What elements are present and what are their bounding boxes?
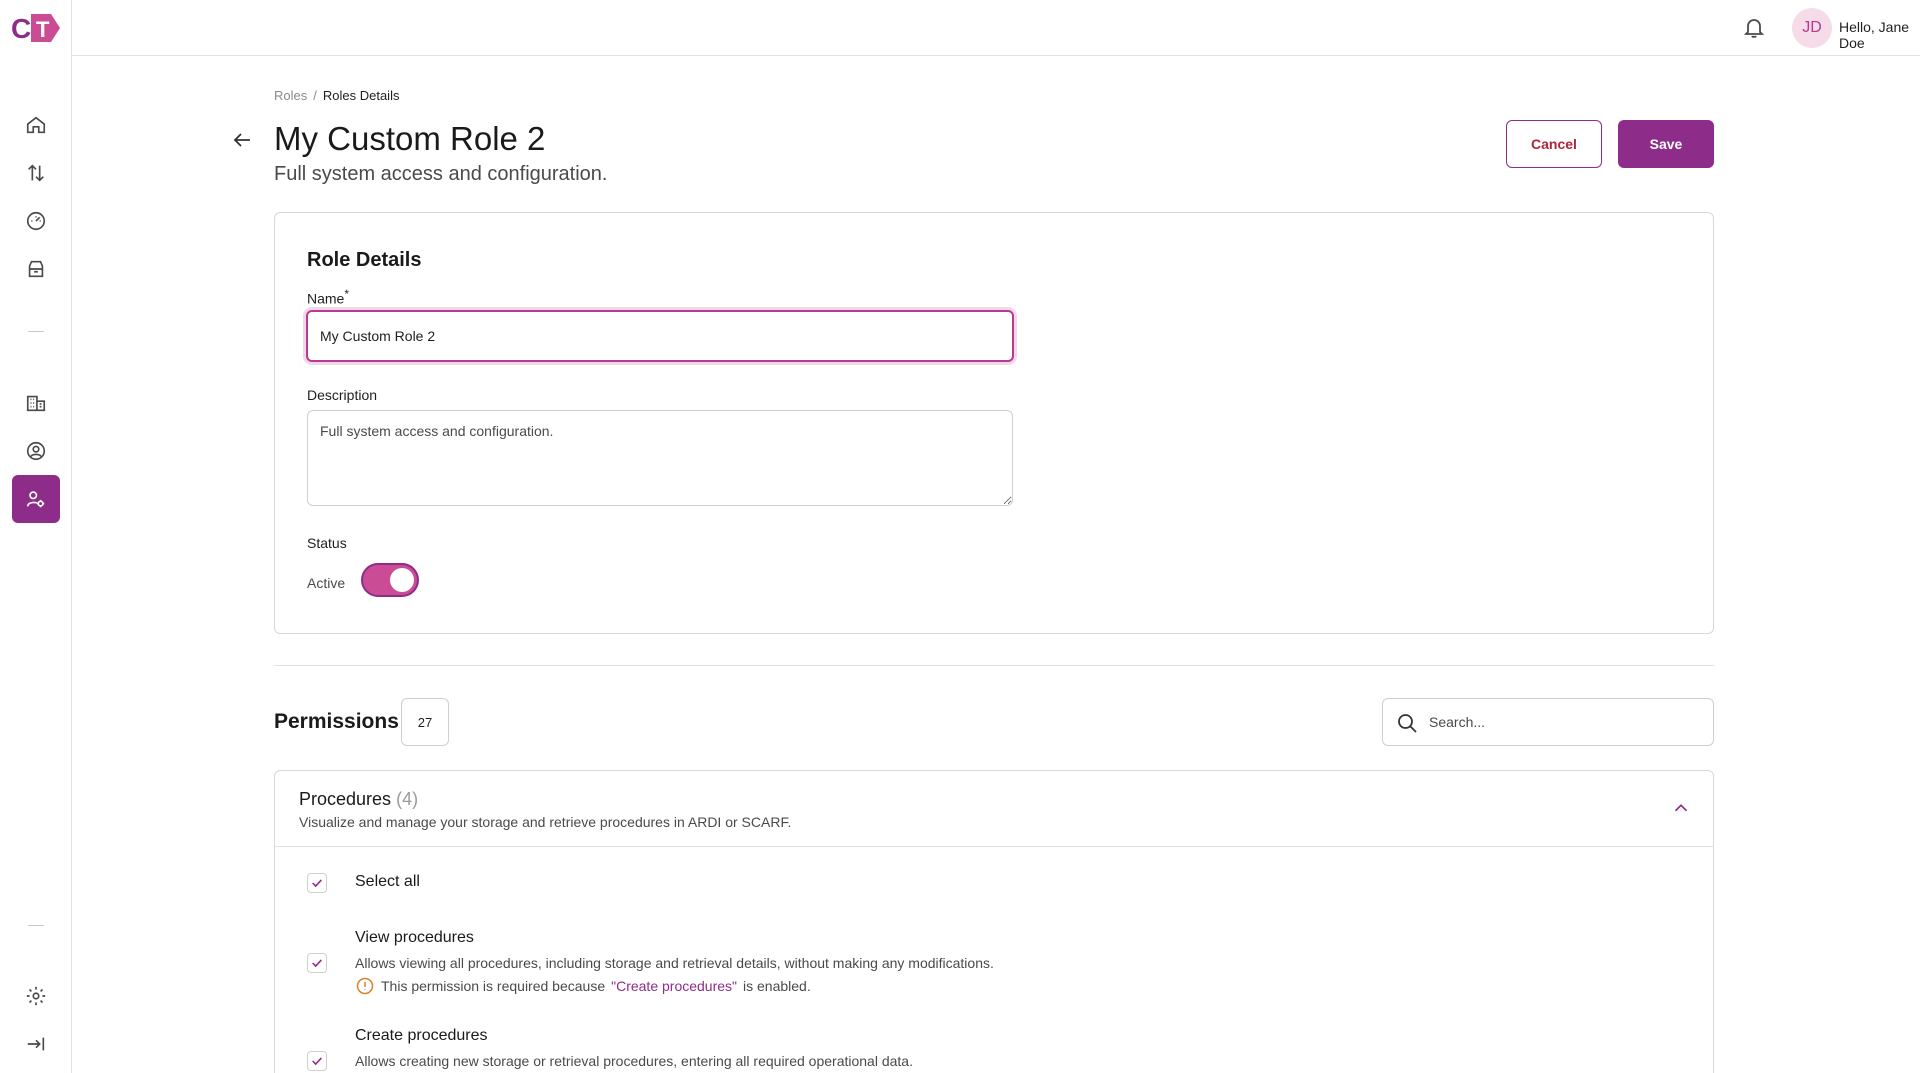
breadcrumb-separator: / (313, 88, 317, 103)
bell-icon[interactable] (1742, 16, 1766, 40)
save-button[interactable]: Save (1618, 120, 1714, 168)
toggle-knob (390, 568, 414, 592)
back-arrow-icon[interactable] (230, 128, 254, 152)
procedures-panel: Procedures (4) Visualize and manage your… (274, 770, 1714, 1073)
permission-description: Allows viewing all procedures, including… (355, 955, 994, 971)
role-details-title: Role Details (307, 249, 422, 271)
procedures-count: (4) (396, 789, 419, 809)
check-icon (312, 959, 322, 968)
page-subtitle: Full system access and configuration. (274, 163, 608, 185)
cancel-button[interactable]: Cancel (1506, 120, 1602, 168)
permission-checkbox[interactable] (307, 1051, 327, 1071)
sidebar-item-organizations[interactable] (12, 379, 60, 427)
collapse-icon (27, 1037, 45, 1051)
permission-name: Create procedures (355, 1027, 488, 1044)
permission-warning: This permission is required because "Cre… (355, 976, 811, 996)
select-all-checkbox[interactable] (307, 873, 327, 893)
sidebar-item-home[interactable] (12, 101, 60, 149)
permission-name: View procedures (355, 929, 474, 946)
required-mark: * (344, 287, 350, 301)
search-icon (1398, 714, 1417, 733)
app-logo[interactable]: C T (11, 11, 61, 45)
procedures-title: Procedures (4) (299, 789, 418, 810)
permissions-count-badge: 27 (401, 698, 449, 746)
procedures-title-text: Procedures (299, 789, 392, 809)
sidebar-item-dashboard[interactable] (12, 197, 60, 245)
check-icon (312, 1057, 322, 1066)
home-icon (26, 116, 46, 134)
sidebar-item-transfers[interactable] (12, 149, 60, 197)
status-value: Active (307, 575, 346, 591)
user-settings-icon (26, 491, 45, 508)
building-icon (26, 395, 46, 412)
search-input[interactable] (1429, 707, 1699, 737)
gauge-icon (26, 211, 46, 231)
logo-icon: C T (11, 13, 60, 44)
page-title: My Custom Role 2 (274, 120, 546, 157)
permissions-title: Permissions (274, 710, 399, 733)
procedures-panel-header[interactable]: Procedures (4) Visualize and manage your… (275, 771, 1713, 847)
user-greeting[interactable]: Hello, Jane Doe (1839, 19, 1920, 51)
top-bar: JD Hello, Jane Doe (72, 0, 1920, 56)
select-all-label[interactable]: Select all (355, 873, 420, 891)
status-toggle[interactable] (361, 563, 419, 597)
sidebar-collapse-button[interactable] (12, 1020, 60, 1068)
breadcrumb-current: Roles Details (322, 88, 400, 103)
sidebar-item-inventory[interactable] (12, 245, 60, 293)
procedures-description: Visualize and manage your storage and re… (299, 814, 792, 830)
check-icon (312, 879, 322, 888)
breadcrumb: Roles / Roles Details (274, 88, 399, 103)
sidebar-divider (28, 925, 44, 926)
section-divider (274, 665, 1714, 666)
sidebar: C T (0, 0, 72, 1073)
permission-checkbox[interactable] (307, 953, 327, 973)
archive-icon (28, 260, 44, 278)
avatar[interactable]: JD (1792, 8, 1832, 48)
warning-suffix: is enabled. (743, 978, 811, 994)
permissions-search[interactable] (1382, 698, 1714, 746)
warning-prefix: This permission is required because (381, 978, 606, 994)
description-label: Description (307, 387, 378, 403)
status-label: Status (307, 535, 347, 551)
description-textarea[interactable]: Full system access and configuration. (307, 410, 1013, 506)
sidebar-item-settings[interactable] (12, 972, 60, 1020)
avatar-initials: JD (1802, 19, 1822, 36)
user-circle-icon (26, 441, 46, 461)
sidebar-item-users[interactable] (12, 427, 60, 475)
name-label: Name* (307, 287, 349, 307)
warning-icon (356, 977, 374, 995)
chevron-up-icon[interactable] (1670, 797, 1692, 819)
gear-icon (26, 986, 46, 1006)
permission-description: Allows creating new storage or retrieval… (355, 1053, 913, 1069)
role-details-card: Role Details Name* Description Full syst… (274, 212, 1714, 634)
name-input[interactable] (306, 310, 1014, 362)
sidebar-item-roles[interactable] (12, 475, 60, 523)
svg-text:C: C (11, 13, 31, 44)
name-label-text: Name (307, 290, 345, 307)
warning-link[interactable]: "Create procedures" (611, 978, 737, 994)
sidebar-divider (28, 331, 44, 332)
svg-text:T: T (36, 17, 50, 42)
breadcrumb-roles-link[interactable]: Roles (274, 88, 307, 103)
transfer-icon (28, 164, 44, 182)
